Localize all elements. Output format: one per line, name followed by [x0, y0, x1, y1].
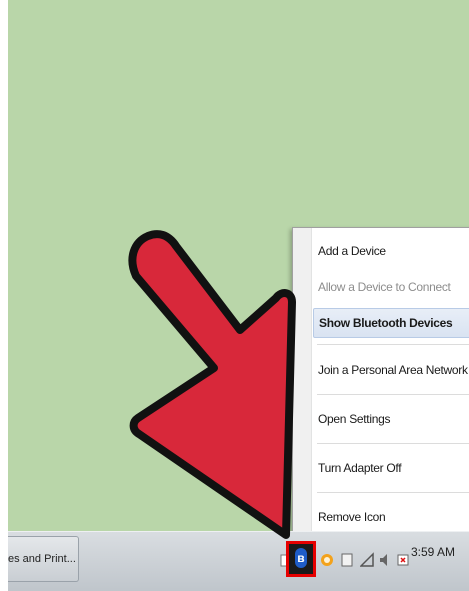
pointer-arrow-icon	[128, 230, 296, 539]
